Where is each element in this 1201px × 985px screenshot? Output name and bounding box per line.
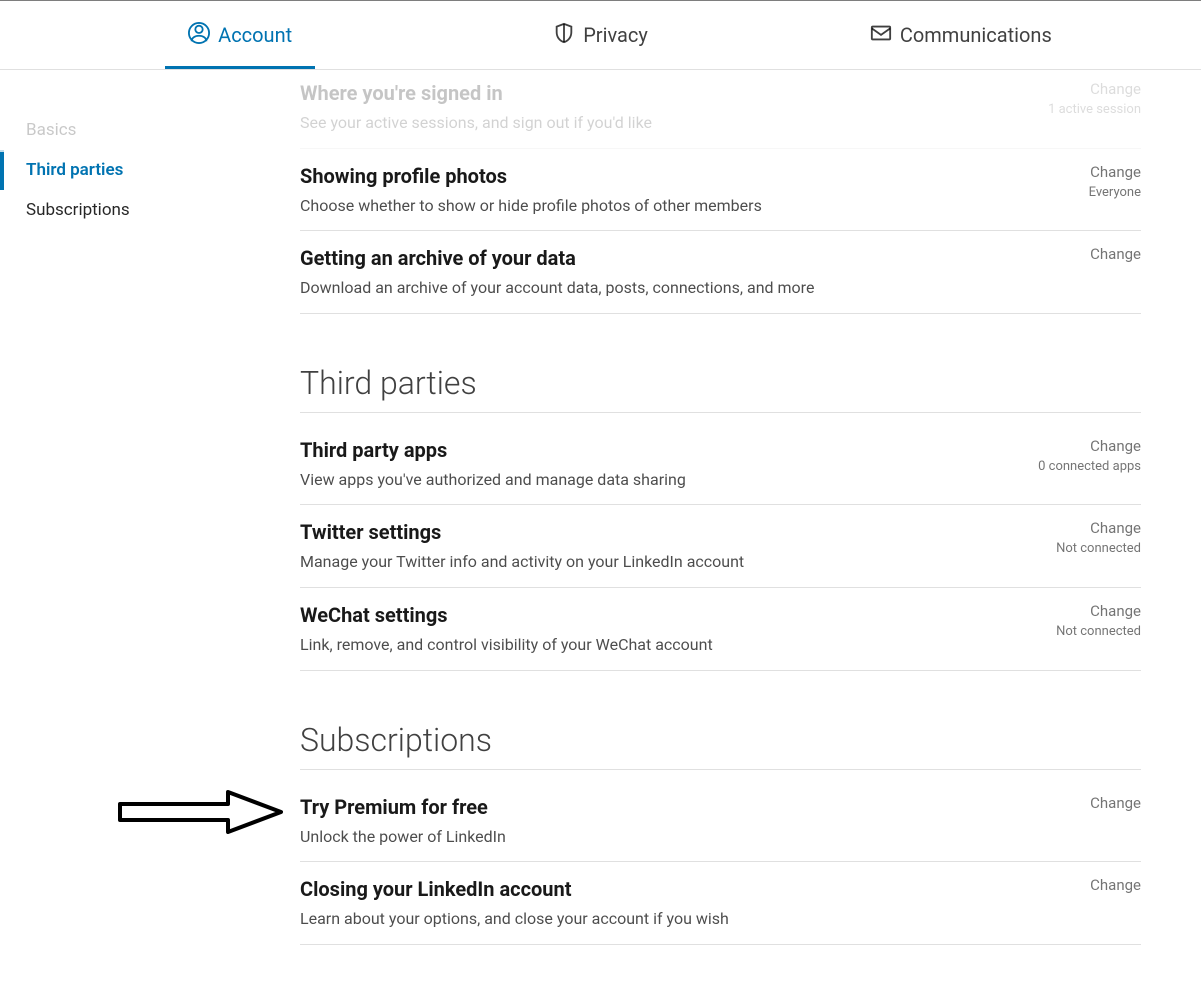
setting-text: Closing your LinkedIn account Learn abou… — [300, 876, 1021, 930]
setting-meta: Change Not connected — [1021, 602, 1141, 639]
setting-desc: Manage your Twitter info and activity on… — [300, 551, 1001, 573]
setting-meta: Change 1 active session — [1021, 80, 1141, 117]
setting-try-premium[interactable]: Try Premium for free Unlock the power of… — [300, 780, 1141, 863]
setting-desc: Learn about your options, and close your… — [300, 908, 1001, 930]
setting-text: Showing profile photos Choose whether to… — [300, 163, 1021, 217]
setting-third-party-apps[interactable]: Third party apps View apps you've author… — [300, 423, 1141, 506]
change-link[interactable]: Change — [1021, 794, 1141, 812]
change-link[interactable]: Change — [1021, 602, 1141, 620]
setting-meta: Change Everyone — [1021, 163, 1141, 200]
shield-icon — [553, 22, 575, 49]
change-link[interactable]: Change — [1021, 519, 1141, 537]
setting-title: Closing your LinkedIn account — [300, 876, 1001, 902]
setting-twitter[interactable]: Twitter settings Manage your Twitter inf… — [300, 505, 1141, 588]
setting-status: 0 connected apps — [1021, 459, 1141, 474]
setting-close-account[interactable]: Closing your LinkedIn account Learn abou… — [300, 862, 1141, 945]
sidebar-item-label: Third parties — [26, 160, 123, 180]
setting-desc: Download an archive of your account data… — [300, 277, 1001, 299]
tab-communications[interactable]: Communications — [781, 1, 1141, 69]
account-icon — [188, 22, 210, 49]
setting-profile-photos[interactable]: Showing profile photos Choose whether to… — [300, 149, 1141, 232]
setting-meta: Change 0 connected apps — [1021, 437, 1141, 474]
setting-desc: Choose whether to show or hide profile p… — [300, 195, 1001, 217]
setting-desc: Link, remove, and control visibility of … — [300, 634, 1001, 656]
sidebar-item-label: Subscriptions — [26, 200, 130, 220]
setting-title: Twitter settings — [300, 519, 1001, 545]
setting-meta: Change — [1021, 245, 1141, 263]
change-link[interactable]: Change — [1021, 876, 1141, 894]
sidebar-item-label: Basics — [26, 120, 76, 140]
setting-status: Not connected — [1021, 624, 1141, 639]
tab-account[interactable]: Account — [60, 1, 420, 69]
setting-title: Third party apps — [300, 437, 1001, 463]
setting-text: Where you're signed in See your active s… — [300, 80, 1021, 134]
setting-title: Where you're signed in — [300, 80, 1001, 106]
change-link[interactable]: Change — [1021, 245, 1141, 263]
setting-status: 1 active session — [1021, 102, 1141, 117]
setting-where-signed-in[interactable]: Where you're signed in See your active s… — [300, 70, 1141, 149]
setting-text: Twitter settings Manage your Twitter inf… — [300, 519, 1021, 573]
spacer — [0, 1, 60, 69]
change-link[interactable]: Change — [1021, 437, 1141, 455]
setting-meta: Change Not connected — [1021, 519, 1141, 556]
change-link[interactable]: Change — [1021, 80, 1141, 98]
sidebar: Basics Third parties Subscriptions — [0, 70, 275, 985]
setting-title: WeChat settings — [300, 602, 1001, 628]
setting-title: Getting an archive of your data — [300, 245, 1001, 271]
setting-meta: Change — [1021, 794, 1141, 812]
setting-desc: View apps you've authorized and manage d… — [300, 469, 1001, 491]
section-heading-subscriptions: Subscriptions — [300, 721, 1141, 770]
setting-desc: See your active sessions, and sign out i… — [300, 112, 1001, 134]
top-nav: Account Privacy Communications — [0, 0, 1201, 70]
setting-meta: Change — [1021, 876, 1141, 894]
section-heading-third-parties: Third parties — [300, 364, 1141, 413]
main-content: Where you're signed in See your active s… — [275, 70, 1201, 985]
setting-status: Not connected — [1021, 541, 1141, 556]
setting-text: Third party apps View apps you've author… — [300, 437, 1021, 491]
body: Basics Third parties Subscriptions Where… — [0, 70, 1201, 985]
mail-icon — [870, 22, 892, 49]
tab-privacy-label: Privacy — [583, 23, 648, 47]
sidebar-item-subscriptions[interactable]: Subscriptions — [0, 190, 275, 230]
tab-account-label: Account — [218, 23, 292, 47]
setting-text: WeChat settings Link, remove, and contro… — [300, 602, 1021, 656]
sidebar-item-third-parties[interactable]: Third parties — [0, 150, 275, 190]
setting-archive-data[interactable]: Getting an archive of your data Download… — [300, 231, 1141, 314]
setting-text: Try Premium for free Unlock the power of… — [300, 794, 1021, 848]
setting-status: Everyone — [1021, 185, 1141, 200]
setting-title: Try Premium for free — [300, 794, 1001, 820]
setting-desc: Unlock the power of LinkedIn — [300, 826, 1001, 848]
change-link[interactable]: Change — [1021, 163, 1141, 181]
tab-privacy[interactable]: Privacy — [420, 1, 780, 69]
setting-text: Getting an archive of your data Download… — [300, 245, 1021, 299]
spacer — [1141, 1, 1201, 69]
tab-communications-label: Communications — [900, 23, 1052, 47]
sidebar-item-basics[interactable]: Basics — [0, 110, 275, 150]
setting-title: Showing profile photos — [300, 163, 1001, 189]
setting-wechat[interactable]: WeChat settings Link, remove, and contro… — [300, 588, 1141, 671]
